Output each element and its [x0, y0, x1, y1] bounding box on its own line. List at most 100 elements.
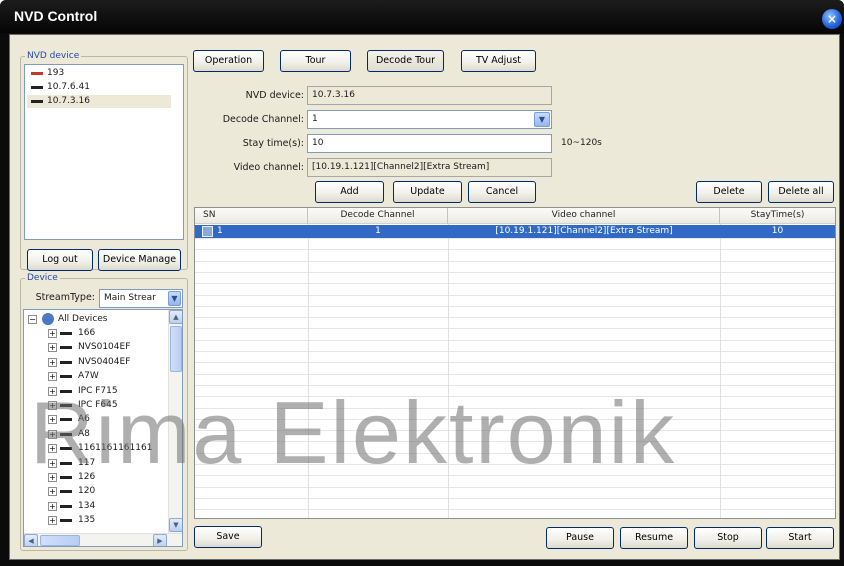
hscroll-thumb[interactable]	[40, 535, 80, 546]
expand-icon[interactable]: +	[48, 501, 57, 511]
scroll-left-icon[interactable]: ◀	[24, 534, 38, 546]
expand-icon[interactable]: +	[48, 343, 57, 353]
grid-row-line	[195, 509, 835, 511]
nvd-device-item[interactable]: 193	[27, 67, 171, 80]
nvd-device-item-label: 10.7.6.41	[47, 82, 90, 92]
stay-time-input[interactable]: 10	[307, 134, 552, 153]
nvd-device-label: NVD device:	[245, 90, 304, 101]
tab-tv-adjust[interactable]: TV Adjust	[461, 50, 536, 72]
scroll-thumb[interactable]	[170, 326, 182, 372]
grid-row-line	[195, 294, 835, 296]
scroll-right-icon[interactable]: ▶	[153, 534, 167, 546]
expand-icon[interactable]: +	[48, 372, 57, 382]
cancel-button[interactable]: Cancel	[468, 181, 536, 203]
tree-device-label: A7W	[78, 371, 99, 382]
chevron-down-icon[interactable]: ▼	[534, 112, 550, 127]
video-channel-field: [10.19.1.121][Channel2][Extra Stream]	[307, 158, 552, 177]
grid-row-line	[195, 373, 835, 375]
device-legend: Device	[27, 273, 58, 283]
tree-device-label: NVS0104EF	[78, 342, 131, 353]
nvd-device-item[interactable]: 10.7.6.41	[27, 81, 171, 94]
decode-channel-select[interactable]: 1 ▼	[307, 110, 552, 129]
tab-operation[interactable]: Operation	[193, 50, 264, 72]
tab-decode-tour[interactable]: Decode Tour	[367, 50, 444, 72]
device-manage-button[interactable]: Device Manage	[98, 249, 181, 271]
nvd-device-item-label: 193	[47, 68, 65, 78]
update-button[interactable]: Update	[393, 181, 462, 203]
grid-row-line	[195, 486, 835, 488]
expand-icon[interactable]: +	[48, 516, 57, 526]
tree-device-label: 135	[78, 515, 96, 526]
nvd-device-icon	[31, 72, 43, 75]
pause-button[interactable]: Pause	[546, 527, 614, 549]
grid-row-line	[195, 305, 835, 307]
grid-row-line	[195, 339, 835, 341]
cell-stay-time: 10	[771, 226, 784, 236]
device-icon	[60, 519, 72, 523]
decode-channel-value: 1	[312, 114, 318, 124]
chevron-down-icon[interactable]: ▼	[168, 291, 181, 306]
window-title: NVD Control	[14, 8, 98, 24]
grid-row-line	[195, 283, 835, 285]
cell-video-channel: [10.19.1.121][Channel2][Extra Stream]	[495, 226, 673, 236]
save-button[interactable]: Save	[194, 526, 262, 548]
delete-all-button[interactable]: Delete all	[768, 181, 834, 203]
tree-device-label: 166	[78, 328, 96, 338]
video-channel-label: Video channel:	[233, 162, 304, 173]
stream-type-select[interactable]: Main Strear ▼	[99, 289, 183, 308]
nvd-device-item-label: 10.7.3.16	[47, 96, 90, 106]
nvd-device-icon	[31, 86, 43, 89]
nvd-device-legend: NVD device	[27, 51, 80, 61]
row-checkbox[interactable]	[202, 226, 213, 237]
scroll-down-icon[interactable]: ▼	[169, 518, 182, 532]
scroll-up-icon[interactable]: ▲	[169, 310, 182, 324]
column-header-video-channel[interactable]: Video channel	[448, 208, 720, 224]
delete-button[interactable]: Delete	[696, 181, 762, 203]
expand-icon[interactable]: +	[48, 487, 57, 497]
grid-row-line	[195, 497, 835, 499]
tree-root-label: All Devices	[58, 314, 108, 324]
grid-row-line	[195, 362, 835, 364]
logout-button[interactable]: Log out	[27, 249, 93, 271]
grid-row-line	[195, 351, 835, 352]
tree-horizontal-scrollbar[interactable]: ◀ ▶	[24, 533, 182, 546]
start-button[interactable]: Start	[766, 527, 834, 549]
device-icon	[60, 332, 72, 335]
app-window: NVD Control × NVD device 193 10.7.6.41 1…	[0, 0, 844, 566]
grid-row-line	[195, 271, 835, 273]
nvd-device-field: 10.7.3.16	[307, 86, 552, 105]
close-icon[interactable]: ×	[822, 9, 842, 29]
expand-icon[interactable]: +	[48, 357, 57, 367]
stay-time-hint: 10~120s	[561, 138, 602, 148]
devices-group-icon	[42, 313, 54, 325]
nvd-device-item-selected[interactable]: 10.7.3.16	[27, 95, 171, 108]
resume-button[interactable]: Resume	[620, 527, 688, 549]
stop-button[interactable]: Stop	[694, 527, 762, 549]
stay-time-label: Stay time(s):	[242, 138, 304, 149]
grid-row-line	[195, 328, 835, 330]
cell-decode-channel: 1	[375, 226, 381, 236]
add-button[interactable]: Add	[315, 181, 384, 203]
stream-type-label: StreamType:	[35, 292, 95, 303]
grid-row-line	[195, 260, 835, 262]
stream-type-value: Main Strear	[104, 293, 156, 303]
tree-device-label: 120	[78, 486, 96, 497]
collapse-icon[interactable]: −	[28, 315, 37, 324]
tree-device-label: 134	[78, 500, 96, 511]
device-icon	[60, 504, 72, 508]
expand-icon[interactable]: +	[48, 329, 57, 338]
device-icon	[60, 490, 72, 494]
nvd-device-icon	[31, 100, 43, 103]
cell-sn: 1	[217, 226, 223, 236]
column-header-decode-channel[interactable]: Decode Channel	[308, 208, 448, 224]
device-icon	[60, 360, 72, 364]
device-icon	[60, 346, 72, 350]
title-bar[interactable]: NVD Control ×	[0, 0, 844, 33]
column-header-sn[interactable]: SN	[195, 208, 308, 224]
column-header-staytime[interactable]: StayTime(s)	[720, 208, 835, 224]
grid-row-line	[195, 249, 835, 251]
grid-row-line	[195, 238, 835, 239]
nvd-device-list[interactable]: 193 10.7.6.41 10.7.3.16	[24, 64, 184, 240]
tab-tour[interactable]: Tour	[280, 50, 351, 72]
grid-row-line	[195, 317, 835, 319]
